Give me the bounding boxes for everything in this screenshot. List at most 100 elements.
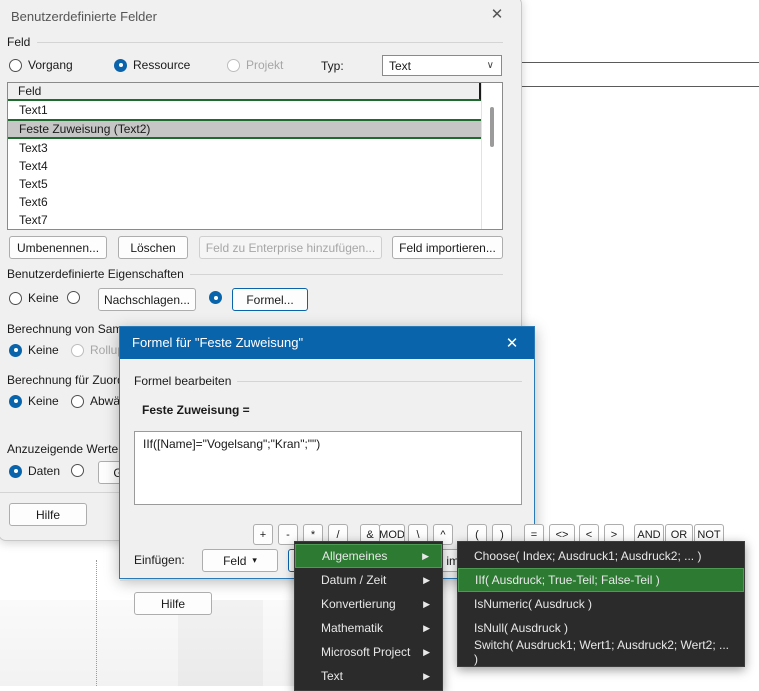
radio-dot xyxy=(67,291,80,304)
radio-assignment-down[interactable]: Abwär xyxy=(71,394,124,408)
radio-dot xyxy=(9,58,22,72)
typ-value: Text xyxy=(389,58,412,73)
menu-item-mathematik[interactable]: Mathematik ▶ xyxy=(295,616,442,640)
close-icon[interactable]: ✕ xyxy=(477,0,517,29)
radio-dot xyxy=(71,464,84,477)
formula-edit-rule xyxy=(230,381,522,382)
radio-label: Keine xyxy=(28,394,59,408)
chevron-right-icon: ▶ xyxy=(423,574,430,585)
list-item[interactable]: Text8 xyxy=(8,229,481,230)
radio-dot xyxy=(209,291,222,304)
radio-display-graphic[interactable] xyxy=(71,464,90,477)
radio-dot xyxy=(227,58,240,72)
properties-group-legend: Benutzerdefinierte Eigenschaften xyxy=(7,267,190,281)
radio-label: Daten xyxy=(28,464,61,478)
menu-item-label: Text xyxy=(321,669,344,683)
typ-label: Typ: xyxy=(321,59,344,73)
menu-item-datum-zeit[interactable]: Datum / Zeit ▶ xyxy=(295,568,442,592)
radio-lookup[interactable] xyxy=(67,291,86,304)
menu-item-isnumeric[interactable]: IsNumeric( Ausdruck ) xyxy=(458,592,744,616)
field-list[interactable]: Feld Text1 Feste Zuweisung (Text2) Text3… xyxy=(7,82,503,230)
radio-dot xyxy=(9,291,22,305)
menu-item-switch[interactable]: Switch( Ausdruck1; Wert1; Ausdruck2; Wer… xyxy=(458,638,744,666)
chevron-right-icon: ▶ xyxy=(423,670,430,681)
import-field-button[interactable]: Feld importieren... xyxy=(392,236,503,259)
list-item[interactable]: Text7 xyxy=(8,211,481,229)
menu-item-label: Konvertierung xyxy=(321,597,396,611)
formula-dialog-title: Formel für "Feste Zuweisung" xyxy=(132,335,304,350)
insert-field-dropdown[interactable]: Feld ▾ xyxy=(202,549,278,572)
list-item[interactable]: Text5 xyxy=(8,175,481,193)
menu-item-allgemeines[interactable]: Allgemeines ▶ xyxy=(295,544,442,568)
list-item-selected[interactable]: Feste Zuweisung (Text2) xyxy=(8,119,481,139)
radio-label: Projekt xyxy=(246,58,284,72)
radio-label: Vorgang xyxy=(28,58,73,72)
chevron-down-icon: ∨ xyxy=(486,60,494,71)
chevron-right-icon: ▶ xyxy=(423,598,430,609)
main-dialog-titlebar: Benutzerdefinierte Felder ✕ xyxy=(0,0,521,35)
formula-input[interactable]: IIf([Name]="Vogelsang";"Kran";"") xyxy=(134,431,522,505)
radio-ressource[interactable]: Ressource xyxy=(114,58,190,72)
menu-item-choose[interactable]: Choose( Index; Ausdruck1; Ausdruck2; ...… xyxy=(458,544,744,568)
radio-rollup-none[interactable]: Keine xyxy=(9,343,59,357)
radio-assignment-none[interactable]: Keine xyxy=(9,394,59,408)
radio-dot xyxy=(71,343,84,357)
menu-item-label: Microsoft Project xyxy=(321,645,411,659)
scrollbar-thumb[interactable] xyxy=(490,107,494,147)
chevron-down-icon: ▾ xyxy=(252,555,257,565)
radio-dot xyxy=(9,464,22,478)
formula-field-caption: Feste Zuweisung = xyxy=(142,403,250,417)
radio-label: Keine xyxy=(28,291,59,305)
background-rule-top xyxy=(508,62,759,63)
chevron-right-icon: ▶ xyxy=(422,550,429,561)
function-list-submenu: Choose( Index; Ausdruck1; Ausdruck2; ...… xyxy=(457,541,745,667)
formula-help-button[interactable]: Hilfe xyxy=(134,592,212,615)
menu-item-label: Allgemeines xyxy=(322,549,388,563)
lookup-button[interactable]: Nachschlagen... xyxy=(98,288,196,311)
radio-dot xyxy=(71,394,84,408)
menu-item-label: Mathematik xyxy=(321,621,384,635)
delete-button[interactable]: Löschen xyxy=(118,236,188,259)
list-item[interactable]: Text4 xyxy=(8,157,481,175)
radio-display-data[interactable]: Daten xyxy=(9,464,60,478)
menu-item-iif[interactable]: IIf( Ausdruck; True-Teil; False-Teil ) xyxy=(458,568,744,592)
field-group-rule xyxy=(37,42,503,43)
menu-item-label: Datum / Zeit xyxy=(321,573,387,587)
radio-properties-none[interactable]: Keine xyxy=(9,291,59,305)
assignment-group-legend: Berechnung für Zuord xyxy=(7,373,130,387)
radio-vorgang[interactable]: Vorgang xyxy=(9,58,73,72)
radio-projekt: Projekt xyxy=(227,58,283,72)
chevron-right-icon: ▶ xyxy=(423,622,430,633)
main-dialog-title: Benutzerdefinierte Felder xyxy=(11,9,157,24)
operator-plus-button[interactable]: + xyxy=(253,524,273,545)
formula-dialog-titlebar: Formel für "Feste Zuweisung" ✕ xyxy=(120,327,534,359)
menu-item-konvertierung[interactable]: Konvertierung ▶ xyxy=(295,592,442,616)
field-group-legend: Feld xyxy=(7,35,37,49)
background-rule-bottom xyxy=(508,86,759,87)
menu-item-isnull[interactable]: IsNull( Ausdruck ) xyxy=(458,616,744,640)
insert-label: Einfügen: xyxy=(134,553,185,567)
field-list-scrollbar[interactable] xyxy=(481,83,502,229)
main-help-button[interactable]: Hilfe xyxy=(9,503,87,526)
radio-dot xyxy=(9,394,22,408)
list-item[interactable]: Text6 xyxy=(8,193,481,211)
background-dotted-guide xyxy=(96,560,98,686)
formula-edit-legend: Formel bearbeiten xyxy=(134,374,238,388)
formula-button[interactable]: Formel... xyxy=(232,288,308,311)
close-icon[interactable]: ✕ xyxy=(492,328,532,358)
menu-item-text[interactable]: Text ▶ xyxy=(295,664,442,688)
insert-field-label: Feld xyxy=(223,553,247,568)
menu-item-microsoft-project[interactable]: Microsoft Project ▶ xyxy=(295,640,442,664)
radio-formula[interactable] xyxy=(209,291,228,304)
rename-button[interactable]: Umbenennen... xyxy=(9,236,107,259)
typ-select[interactable]: Text ∨ xyxy=(382,55,502,76)
radio-label: Ressource xyxy=(133,58,191,72)
list-item[interactable]: Text1 xyxy=(8,101,481,119)
radio-dot xyxy=(9,343,22,357)
properties-group-rule xyxy=(175,274,503,275)
radio-dot xyxy=(114,58,127,72)
chevron-right-icon: ▶ xyxy=(423,646,430,657)
list-item[interactable]: Text3 xyxy=(8,139,481,157)
display-group-legend: Anzuzeigende Werte xyxy=(7,442,125,456)
add-to-enterprise-button: Feld zu Enterprise hinzufügen... xyxy=(199,236,382,259)
